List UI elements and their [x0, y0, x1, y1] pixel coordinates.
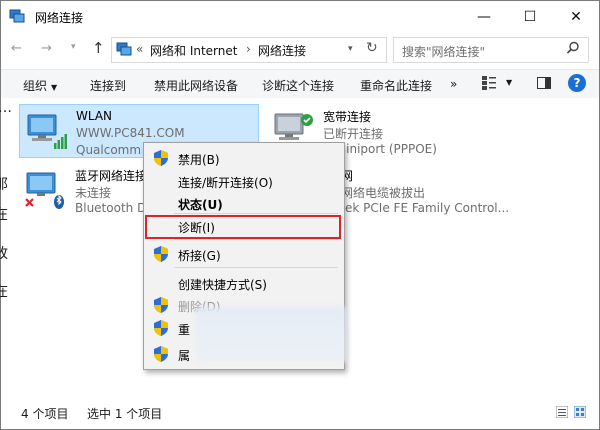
organize-button[interactable]: 组织 ▼	[23, 77, 57, 94]
menu-item-connect-disconnect[interactable]: 连接/断开连接(O)	[146, 170, 342, 192]
address-bar[interactable]: « 网络和 Internet › 网络连接 ▾ ↻	[111, 37, 387, 63]
menu-item-label: 重	[178, 323, 191, 337]
breadcrumb-network-internet[interactable]: 网络和 Internet	[150, 42, 237, 59]
title-bar[interactable]: 网络连接 — ☐ ✕	[1, 1, 599, 33]
connection-name: 宽带连接	[323, 110, 372, 124]
page-edge-fragment: 那	[0, 177, 8, 193]
view-options-chevron-icon[interactable]: ▼	[506, 78, 512, 87]
menu-item-status[interactable]: 状态(U)	[146, 192, 342, 214]
item-count: 4 个项目	[21, 407, 69, 421]
page-edge-fragment: …	[0, 100, 12, 116]
status-bar: 4 个项目 选中 1 个项目	[1, 397, 599, 429]
menu-item-diagnose[interactable]: 诊断(I)	[145, 215, 342, 239]
control-panel-icon	[116, 42, 132, 56]
connection-status: 已断开连接	[323, 127, 384, 141]
rename-connection-button[interactable]: 重命名此连接	[360, 77, 432, 94]
menu-separator	[174, 239, 338, 240]
minimize-button[interactable]: —	[461, 1, 507, 33]
breadcrumb-network-connections[interactable]: 网络连接	[258, 42, 306, 59]
uac-shield-icon	[154, 297, 168, 313]
connection-status: 未连接	[75, 186, 112, 200]
organize-label: 组织	[23, 79, 48, 93]
menu-item-bridge[interactable]: 桥接(G)	[146, 243, 342, 265]
maximize-button[interactable]: ☐	[507, 1, 553, 33]
search-icon[interactable]	[566, 41, 580, 55]
chevron-down-icon: ▼	[51, 83, 58, 92]
breadcrumb-separator[interactable]: ›	[246, 42, 251, 56]
connect-to-button[interactable]: 连接到	[90, 77, 126, 94]
connection-status: WWW.PC841.COM	[76, 126, 185, 140]
connection-device: Bluetooth D	[75, 201, 147, 215]
menu-item-label: 状态(U)	[178, 198, 223, 212]
uac-shield-icon	[154, 320, 168, 336]
blurred-watermark	[196, 307, 346, 362]
wireless-adapter-icon	[27, 114, 67, 149]
back-arrow-icon[interactable]: ←	[11, 41, 22, 56]
menu-item-create-shortcut[interactable]: 创建快捷方式(S)	[146, 272, 342, 294]
diagnose-highlight-box	[145, 215, 341, 239]
connection-device: ltek PCIe FE Family Control...	[337, 201, 510, 215]
close-button[interactable]: ✕	[553, 1, 599, 33]
address-row: ← → ▾ ↑ « 网络和 Internet › 网络连接 ▾ ↻ 搜索"网络连…	[1, 33, 599, 65]
details-view-icon[interactable]	[556, 406, 568, 418]
menu-item-label: 创建快捷方式(S)	[178, 278, 267, 292]
refresh-icon[interactable]: ↻	[366, 40, 378, 56]
preview-pane-icon[interactable]	[537, 77, 551, 89]
diagnose-connection-button[interactable]: 诊断这个连接	[262, 77, 334, 94]
uac-shield-icon	[154, 346, 168, 362]
menu-separator	[174, 213, 338, 214]
change-view-icon[interactable]	[482, 76, 496, 90]
disable-device-button[interactable]: 禁用此网络设备	[154, 77, 238, 94]
selected-count: 选中 1 个项目	[87, 407, 163, 421]
recent-locations-chevron-icon[interactable]: ▾	[71, 42, 76, 52]
command-bar: 组织 ▼ 连接到 禁用此网络设备 诊断这个连接 重命名此连接 » ▼ ?	[1, 69, 599, 99]
search-input[interactable]: 搜索"网络连接"	[393, 37, 589, 63]
breadcrumb-overflow[interactable]: «	[136, 42, 143, 56]
connection-name: WLAN	[76, 109, 113, 123]
connection-name: 蓝牙网络连接	[75, 169, 148, 183]
menu-separator	[174, 267, 338, 268]
menu-item-label: 诊断(I)	[178, 221, 215, 235]
more-commands-button[interactable]: »	[450, 77, 457, 91]
address-dropdown-icon[interactable]: ▾	[348, 44, 353, 54]
page-edge-fragment: 改	[0, 246, 8, 262]
page-edge-fragment: 在	[0, 207, 8, 223]
menu-item-label: 连接/断开连接(O)	[178, 176, 273, 190]
up-arrow-icon[interactable]: ↑	[92, 39, 105, 57]
bluetooth-adapter-icon	[25, 172, 64, 209]
window-title: 网络连接	[35, 11, 84, 25]
menu-item-label: 禁用(B)	[178, 153, 220, 167]
connection-device: Qualcomm	[76, 143, 142, 157]
menu-item-disable[interactable]: 禁用(B)	[146, 147, 342, 169]
tiles-view-icon[interactable]	[574, 406, 586, 418]
connection-status: 网络电缆被拔出	[341, 186, 426, 200]
uac-shield-icon	[154, 246, 168, 262]
help-icon[interactable]: ?	[568, 74, 586, 92]
network-folder-icon	[9, 9, 25, 23]
menu-item-label: 桥接(G)	[178, 249, 221, 263]
forward-arrow-icon[interactable]: →	[41, 41, 52, 56]
menu-item-label: 属	[178, 349, 191, 363]
search-placeholder: 搜索"网络连接"	[402, 45, 486, 59]
uac-shield-icon	[154, 150, 168, 166]
page-edge-fragment: 在	[0, 284, 8, 300]
network-connections-window: 网络连接 — ☐ ✕ ← → ▾ ↑ « 网络和 Internet › 网络连接…	[0, 0, 600, 430]
